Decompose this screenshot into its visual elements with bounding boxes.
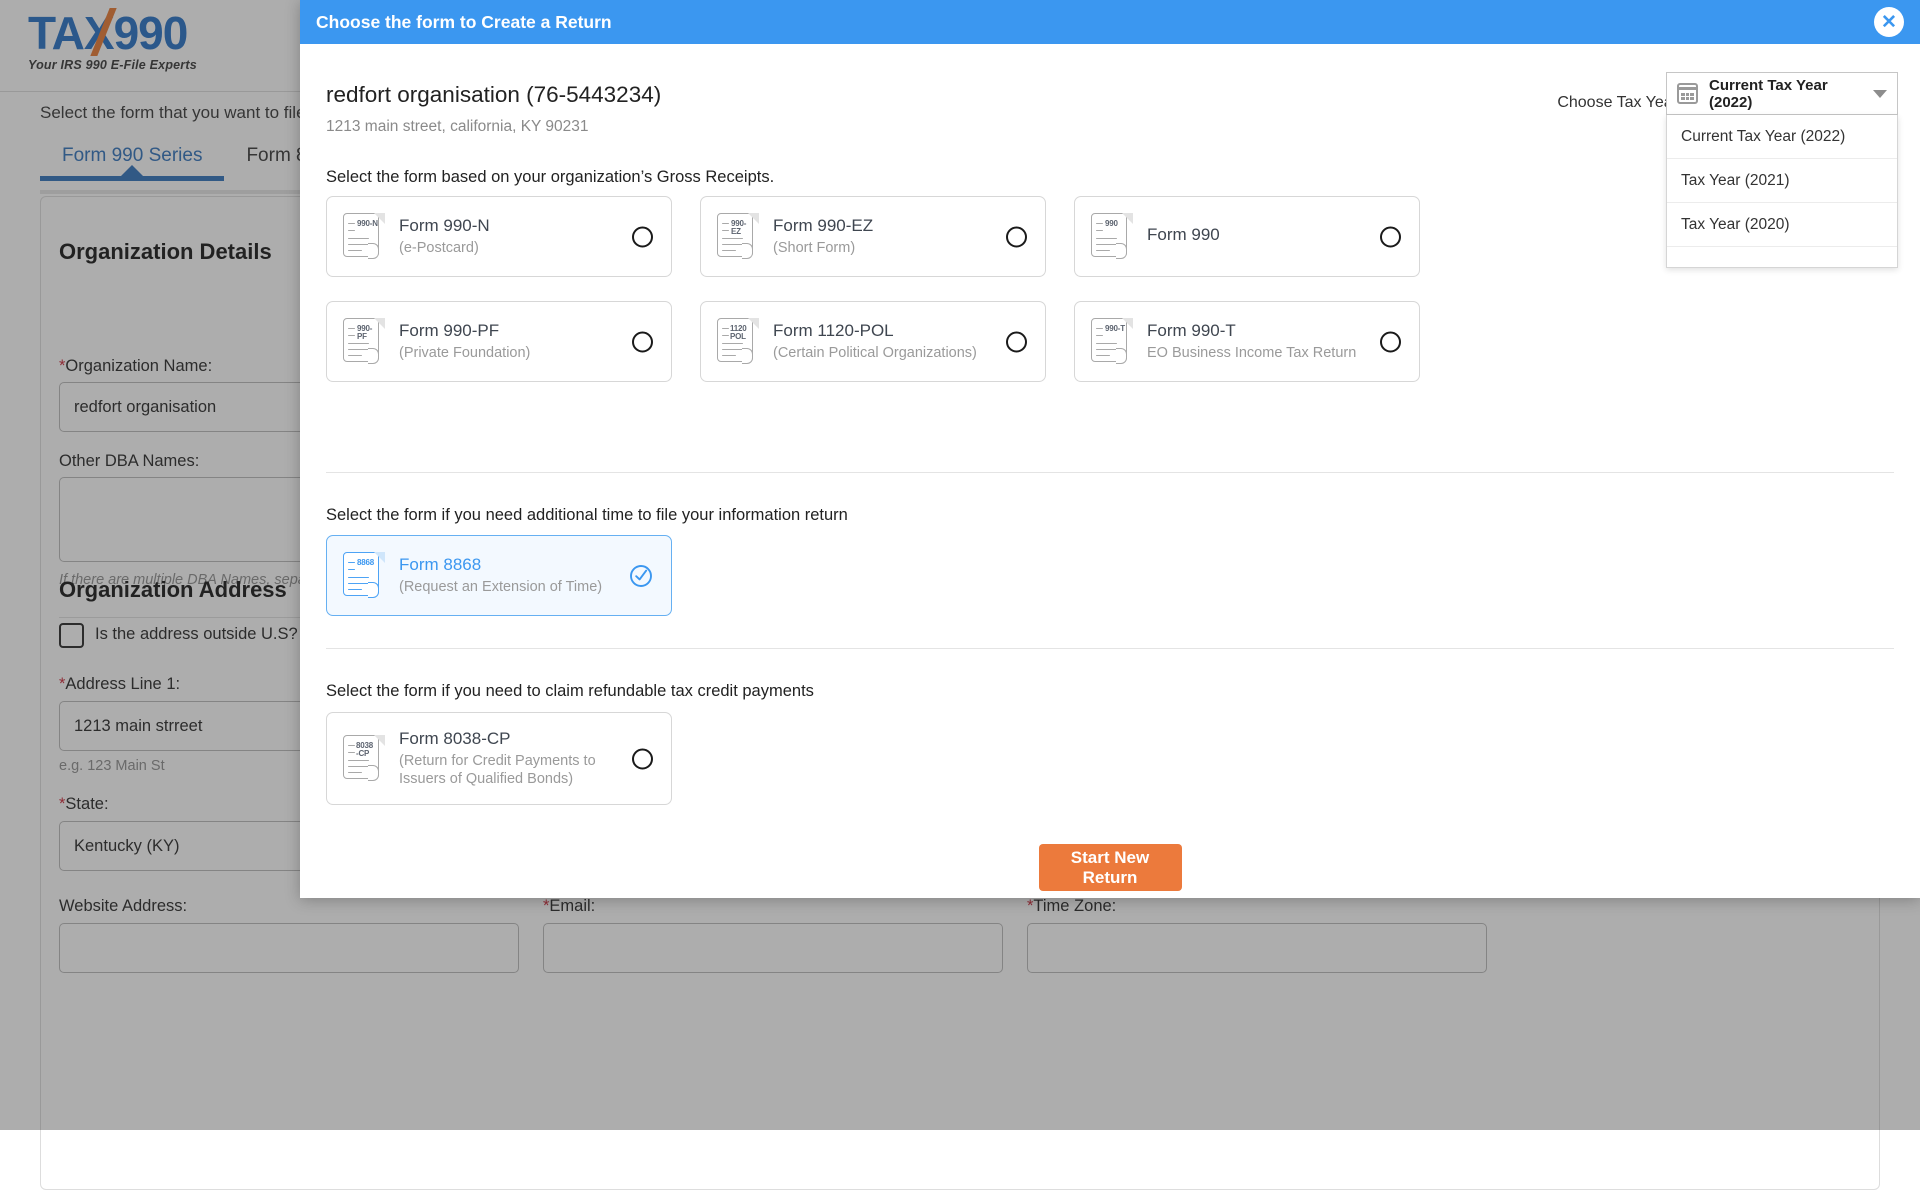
form-icon-number: 8038 -CP xyxy=(356,742,373,759)
form-card-texts: Form 990-N (e-Postcard) xyxy=(399,216,490,257)
document-icon: 990- EZ xyxy=(717,213,759,261)
chevron-down-icon xyxy=(1873,90,1887,98)
form-card-990t[interactable]: 990-T Form 990-T EO Business Income Tax … xyxy=(1074,301,1420,382)
start-new-return-button[interactable]: Start New Return xyxy=(1039,844,1182,891)
form-card-texts: Form 1120-POL (Certain Political Organiz… xyxy=(773,321,977,362)
form-card-texts: Form 990-PF (Private Foundation) xyxy=(399,321,530,362)
tax-year-selected-value: Current Tax Year (2022) xyxy=(1709,77,1873,111)
form-card-title: Form 990-T xyxy=(1147,321,1356,341)
form-card-subtitle: (e-Postcard) xyxy=(399,239,490,257)
modal-title: Choose the form to Create a Return xyxy=(316,12,612,33)
form-card-radio[interactable] xyxy=(632,331,653,352)
form-card-title: Form 990-N xyxy=(399,216,490,236)
tax-year-option-1[interactable]: Tax Year (2021) xyxy=(1667,159,1897,203)
form-card-title: Form 990 xyxy=(1147,225,1220,245)
form-card-1120pol[interactable]: 1120 POL Form 1120-POL (Certain Politica… xyxy=(700,301,1046,382)
form-card-texts: Form 8038-CP (Return for Credit Payments… xyxy=(399,729,596,788)
modal-body: redfort organisation (76-5443234) 1213 m… xyxy=(300,44,1920,898)
form-card-texts: Form 990-T EO Business Income Tax Return xyxy=(1147,321,1356,362)
modal-organization-address: 1213 main street, california, KY 90231 xyxy=(326,118,589,136)
section-heading-extension: Select the form if you need additional t… xyxy=(326,506,848,525)
close-icon[interactable]: ✕ xyxy=(1874,7,1904,37)
form-icon-number: 990- PF xyxy=(357,325,372,342)
check-circle-icon[interactable] xyxy=(629,564,653,588)
form-grid-extension: 8868 Form 8868 (Request an Extension of … xyxy=(326,535,672,616)
form-card-subtitle: (Short Form) xyxy=(773,239,873,257)
form-icon-number: 1120 POL xyxy=(730,325,747,342)
form-card-8038cp[interactable]: 8038 -CP Form 8038-CP (Return for Credit… xyxy=(326,712,672,805)
form-card-990[interactable]: 990 Form 990 xyxy=(1074,196,1420,277)
form-card-990n[interactable]: 990-N Form 990-N (e-Postcard) xyxy=(326,196,672,277)
form-card-8868[interactable]: 8868 Form 8868 (Request an Extension of … xyxy=(326,535,672,616)
form-card-title: Form 990-PF xyxy=(399,321,530,341)
modal-actions: Start New Return xyxy=(300,844,1920,891)
section-heading-tax-credit: Select the form if you need to claim ref… xyxy=(326,682,814,701)
form-card-subtitle: (Return for Credit Payments to Issuers o… xyxy=(399,752,596,788)
calendar-icon xyxy=(1677,83,1698,104)
form-card-texts: Form 990 xyxy=(1147,225,1220,248)
document-icon: 990-T xyxy=(1091,318,1133,366)
form-card-subtitle: EO Business Income Tax Return xyxy=(1147,344,1356,362)
document-icon: 8038 -CP xyxy=(343,735,385,783)
form-card-title: Form 990-EZ xyxy=(773,216,873,236)
form-card-title: Form 1120-POL xyxy=(773,321,977,341)
document-icon: 1120 POL xyxy=(717,318,759,366)
dropdown-menu-padding xyxy=(1667,247,1897,267)
form-card-990ez[interactable]: 990- EZ Form 990-EZ (Short Form) xyxy=(700,196,1046,277)
section-heading-gross-receipts: Select the form based on your organizati… xyxy=(326,168,774,187)
form-card-texts: Form 990-EZ (Short Form) xyxy=(773,216,873,257)
form-card-radio[interactable] xyxy=(632,748,653,769)
form-card-subtitle: (Request an Extension of Time) xyxy=(399,578,602,596)
form-card-subtitle: (Private Foundation) xyxy=(399,344,530,362)
form-icon-number: 990- EZ xyxy=(731,220,746,237)
form-card-radio[interactable] xyxy=(1006,226,1027,247)
tax-year-select[interactable]: Current Tax Year (2022) xyxy=(1666,72,1898,115)
form-icon-number: 990-T xyxy=(1105,325,1125,334)
form-icon-number: 8868 xyxy=(357,559,374,568)
modal-header: Choose the form to Create a Return ✕ xyxy=(300,0,1920,44)
modal-organization-name: redfort organisation (76-5443234) xyxy=(326,82,661,108)
form-card-title: Form 8868 xyxy=(399,555,602,575)
form-icon-number: 990 xyxy=(1105,220,1118,229)
form-grid-tax-credit: 8038 -CP Form 8038-CP (Return for Credit… xyxy=(326,712,672,805)
form-card-subtitle: (Certain Political Organizations) xyxy=(773,344,977,362)
form-card-radio[interactable] xyxy=(1006,331,1027,352)
form-grid-gross-receipts: 990-N Form 990-N (e-Postcard) 990- EZ xyxy=(326,196,1420,382)
tax-year-dropdown-menu: Current Tax Year (2022) Tax Year (2021) … xyxy=(1666,115,1898,268)
form-card-radio[interactable] xyxy=(1380,226,1401,247)
section-divider-2 xyxy=(326,648,1894,649)
document-icon: 990 xyxy=(1091,213,1133,261)
form-icon-number: 990-N xyxy=(357,220,378,229)
form-card-990pf[interactable]: 990- PF Form 990-PF (Private Foundation) xyxy=(326,301,672,382)
form-card-radio[interactable] xyxy=(1380,331,1401,352)
form-card-texts: Form 8868 (Request an Extension of Time) xyxy=(399,555,602,596)
document-icon: 8868 xyxy=(343,552,385,600)
form-card-radio[interactable] xyxy=(632,226,653,247)
section-divider-1 xyxy=(326,472,1894,473)
choose-tax-year-label: Choose Tax Year xyxy=(1557,94,1678,112)
document-icon: 990-N xyxy=(343,213,385,261)
document-icon: 990- PF xyxy=(343,318,385,366)
tax-year-option-2[interactable]: Tax Year (2020) xyxy=(1667,203,1897,247)
form-card-title: Form 8038-CP xyxy=(399,729,596,749)
tax-year-option-0[interactable]: Current Tax Year (2022) xyxy=(1667,115,1897,159)
choose-form-modal: Choose the form to Create a Return ✕ red… xyxy=(300,0,1920,898)
